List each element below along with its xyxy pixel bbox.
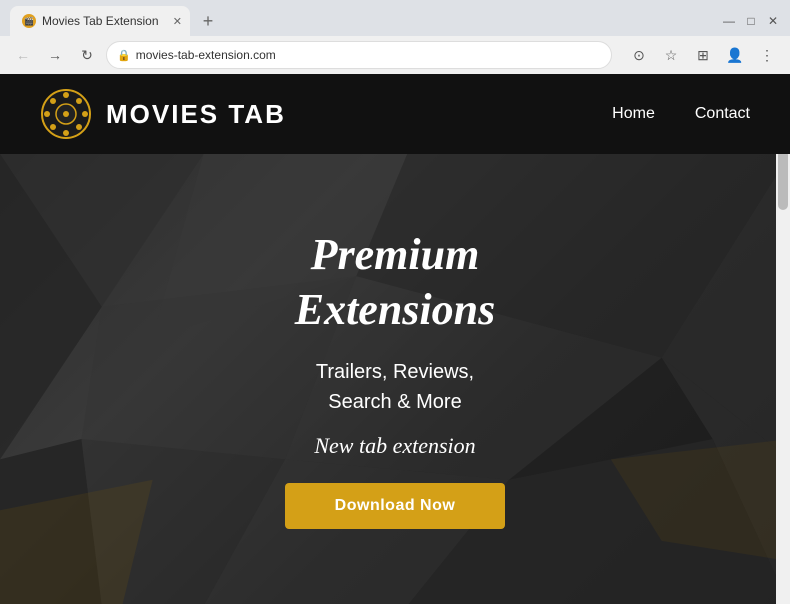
site-header: MOVIES TAB Home Contact [0,74,790,154]
address-bar[interactable]: 🔒 movies-tab-extension.com [106,41,612,69]
site-nav: Home Contact [612,105,750,123]
download-now-button[interactable]: Download Now [285,483,506,529]
hero-title-line2: Extensions [285,284,506,337]
reload-button[interactable]: ↻ [74,42,100,68]
close-button[interactable]: ✕ [766,14,780,28]
hero-title-line1: Premium [285,229,506,282]
url-text: movies-tab-extension.com [136,48,601,62]
nav-contact[interactable]: Contact [695,105,750,123]
logo-area: MOVIES TAB [40,88,286,140]
back-button[interactable]: ← [10,42,36,68]
maximize-button[interactable]: □ [744,14,758,28]
profile-icon[interactable]: 👤 [722,42,748,68]
hero-content: Premium Extensions Trailers, Reviews, Se… [285,229,506,529]
title-bar: 🎬 Movies Tab Extension ✕ + — □ ✕ [0,0,790,36]
window-controls: — □ ✕ [722,14,780,28]
toolbar-icons: ⊙ ☆ ⊞ 👤 ⋮ [626,42,780,68]
download-circle-icon[interactable]: ⊙ [626,42,652,68]
browser-chrome: 🎬 Movies Tab Extension ✕ + — □ ✕ ← → ↻ 🔒… [0,0,790,74]
extensions-icon[interactable]: ⊞ [690,42,716,68]
menu-icon[interactable]: ⋮ [754,42,780,68]
star-icon[interactable]: ☆ [658,42,684,68]
hero-subtitle: Trailers, Reviews, Search & More [285,357,506,417]
lock-icon: 🔒 [117,49,131,62]
new-tab-button[interactable]: + [194,7,222,35]
logo-text: MOVIES TAB [106,99,286,130]
logo-icon [40,88,92,140]
scrollbar[interactable] [776,148,790,604]
tab-title: Movies Tab Extension [42,14,159,28]
webpage: MOVIES TAB Home Contact [0,74,790,604]
forward-button[interactable]: → [42,42,68,68]
hero-section: Premium Extensions Trailers, Reviews, Se… [0,154,790,604]
nav-home[interactable]: Home [612,105,655,123]
scrollbar-thumb[interactable] [778,150,788,210]
minimize-button[interactable]: — [722,14,736,28]
tab-close-button[interactable]: ✕ [173,15,182,28]
hero-tagline: New tab extension [285,433,506,459]
browser-tab[interactable]: 🎬 Movies Tab Extension ✕ [10,6,190,36]
address-bar-row: ← → ↻ 🔒 movies-tab-extension.com ⊙ ☆ ⊞ 👤… [0,36,790,74]
tab-favicon: 🎬 [22,14,36,28]
